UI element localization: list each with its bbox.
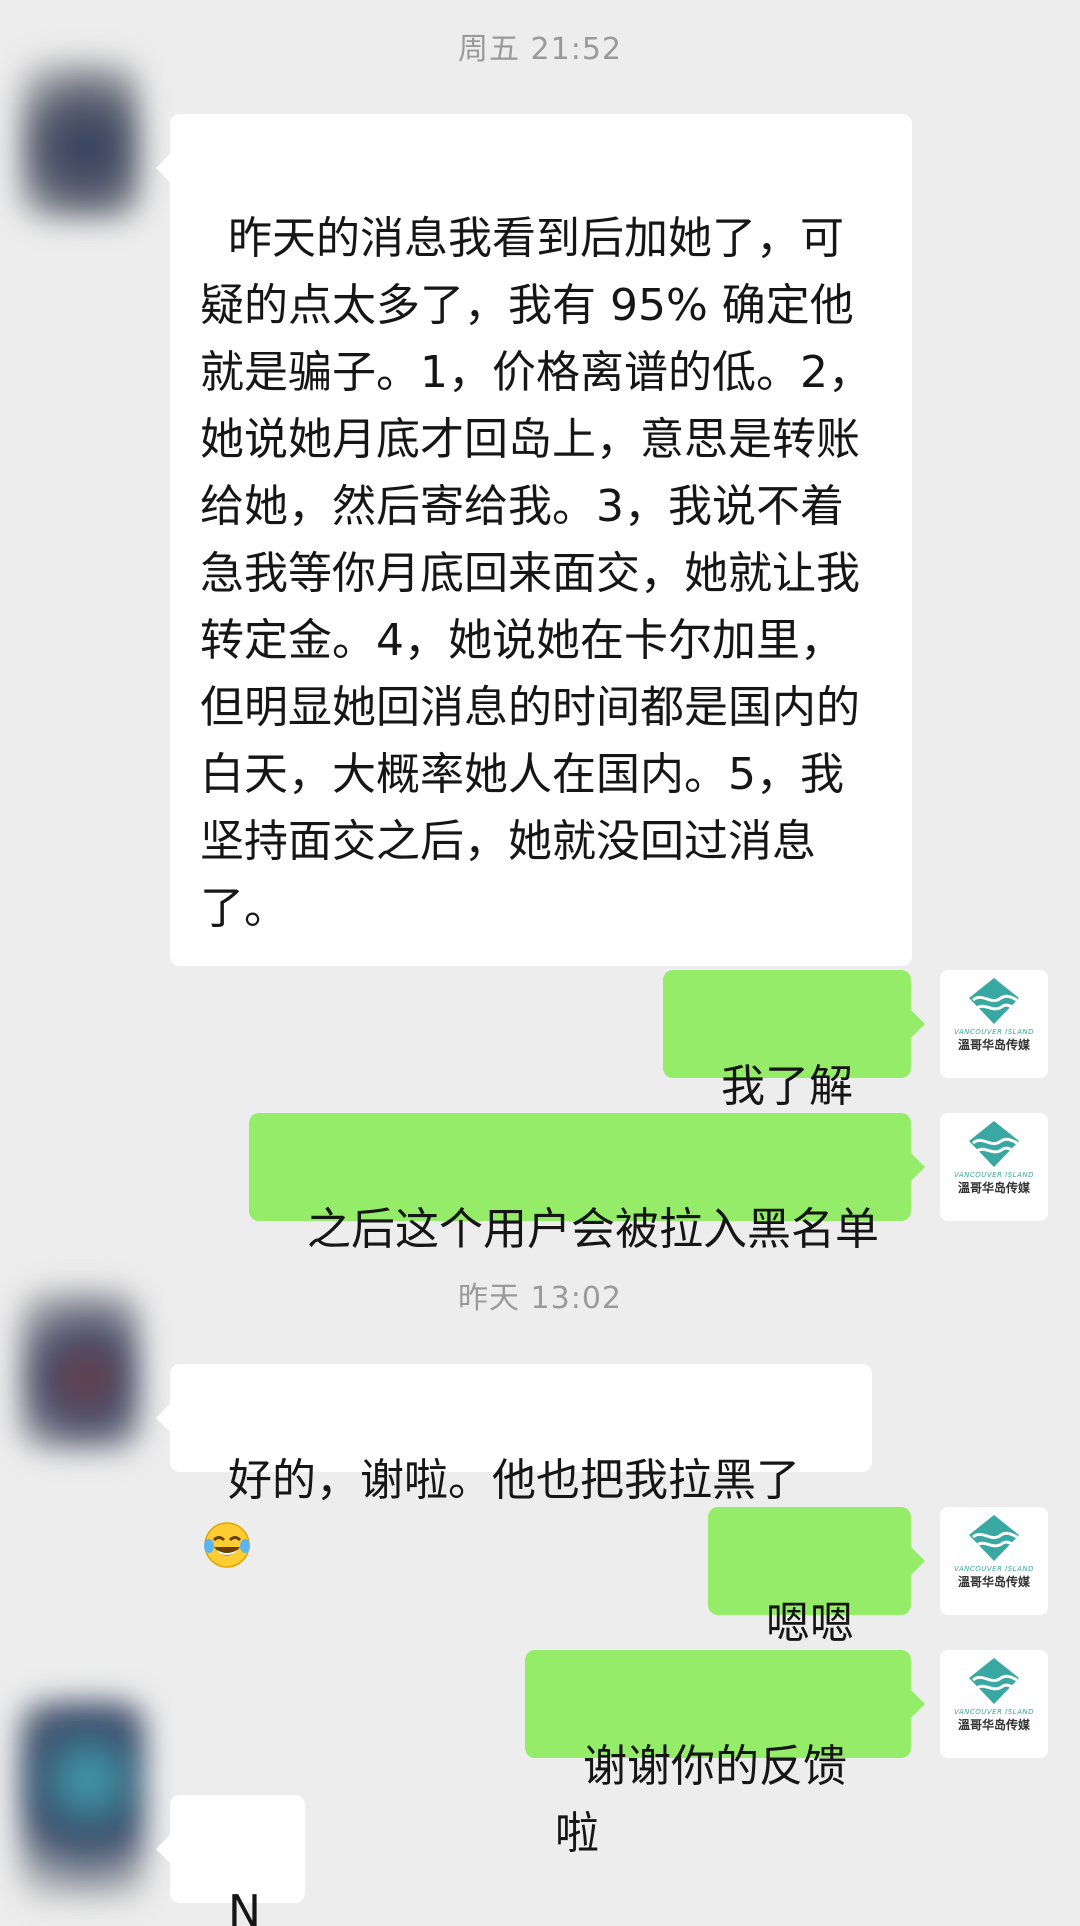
logo-en-text: VANCOUVER ISLAND [954, 1171, 1034, 1179]
tears-of-joy-emoji-icon [204, 1522, 250, 1568]
message-text: 之后这个用户会被拉入黑名单 [306, 1204, 879, 1255]
logo-cn-text: 溫哥华岛传媒 [957, 1575, 1030, 1589]
message-bubble-outgoing[interactable]: 我了解了 [663, 970, 925, 1179]
own-avatar[interactable]: VANCOUVER ISLAND 溫哥华岛传媒 [940, 1650, 1048, 1758]
logo-cn-text: 溫哥华岛传媒 [957, 1038, 1030, 1052]
contact-avatar[interactable] [20, 60, 140, 220]
message-bubble-outgoing[interactable]: 谢谢你的反馈啦 [525, 1650, 925, 1859]
message-bubble-outgoing[interactable]: 嗯嗯好 [708, 1507, 925, 1716]
message-bubble-outgoing[interactable]: 之后这个用户会被拉入黑名单 [249, 1113, 925, 1255]
own-avatar[interactable]: VANCOUVER ISLAND 溫哥华岛传媒 [940, 1113, 1048, 1221]
contact-avatar[interactable] [20, 1290, 140, 1450]
message-text: Np [227, 1886, 261, 1926]
message-bubble-incoming[interactable]: 昨天的消息我看到后加她了，可疑的点太多了，我有 95% 确定他就是骗子。1，价格… [156, 114, 912, 966]
message-bubble-incoming[interactable]: Np [156, 1795, 305, 1926]
logo-cn-text: 溫哥华岛传媒 [957, 1181, 1030, 1195]
own-avatar[interactable]: VANCOUVER ISLAND 溫哥华岛传媒 [940, 970, 1048, 1078]
timestamp: 周五 21:52 [458, 32, 622, 67]
message-text: 好的，谢啦。他也把我拉黑了 [227, 1455, 800, 1506]
contact-avatar[interactable] [20, 1700, 145, 1900]
logo-en-text: VANCOUVER ISLAND [954, 1028, 1034, 1036]
logo-en-text: VANCOUVER ISLAND [954, 1565, 1034, 1573]
vancouver-island-logo-icon [969, 1515, 1019, 1561]
vancouver-island-logo-icon [969, 978, 1019, 1024]
timestamp: 昨天 13:02 [458, 1281, 622, 1316]
message-bubble-incoming[interactable]: 好的，谢啦。他也把我拉黑了 [156, 1364, 872, 1568]
vancouver-island-logo-icon [969, 1121, 1019, 1167]
own-avatar[interactable]: VANCOUVER ISLAND 溫哥华岛传媒 [940, 1507, 1048, 1615]
logo-en-text: VANCOUVER ISLAND [954, 1708, 1034, 1716]
logo-cn-text: 溫哥华岛传媒 [957, 1718, 1030, 1732]
message-text: 昨天的消息我看到后加她了，可疑的点太多了，我有 95% 确定他就是骗子。1，价格… [200, 213, 872, 934]
message-text: 谢谢你的反馈啦 [555, 1741, 847, 1859]
vancouver-island-logo-icon [969, 1658, 1019, 1704]
